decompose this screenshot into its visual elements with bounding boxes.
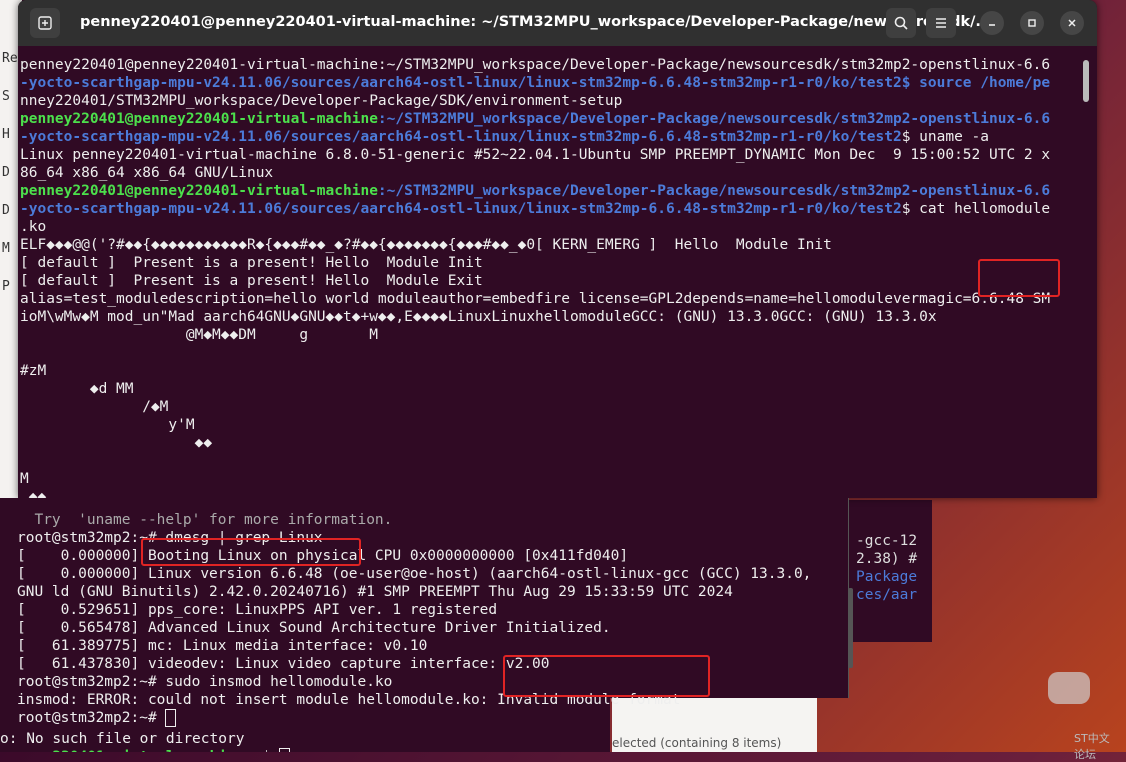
close-icon xyxy=(1068,19,1076,27)
forum-watermark: ST中文论坛 xyxy=(1046,670,1116,761)
scrollbar-thumb[interactable] xyxy=(848,588,853,668)
close-button[interactable] xyxy=(1060,11,1084,35)
terminal-line: Try 'uname --help' for more information. xyxy=(17,512,393,528)
terminal-line: @M◆M◆◆DM g M xyxy=(20,327,378,343)
left-strip-text: S xyxy=(2,89,10,104)
terminal-line: [ default ] Present is a present! Hello … xyxy=(20,255,483,271)
terminal-output: Try 'uname --help' for more information.… xyxy=(17,493,811,745)
maximize-icon xyxy=(1028,19,1036,27)
terminal-output: penney220401@penney220401-virtual-machin… xyxy=(20,38,1050,498)
prompt-path: :~/STM32MPU_workspace/Developer-Package/… xyxy=(377,111,1051,127)
new-tab-button[interactable] xyxy=(30,8,60,38)
board-terminal[interactable]: Try 'uname --help' for more information.… xyxy=(0,498,849,727)
terminal-line: -yocto-scarthgap-mpu-v24.11.06/sources/a… xyxy=(20,75,1051,91)
terminal-line: ces/aar xyxy=(856,587,918,603)
terminal-line: .ko xyxy=(20,219,47,235)
terminal-line: ◆d MM xyxy=(20,381,134,397)
terminal-line: [ 0.000000] Linux version 6.6.48 (oe-use… xyxy=(17,566,812,582)
minimize-icon xyxy=(989,24,995,26)
left-strip-text: D xyxy=(2,165,10,180)
terminal-line: /◆M xyxy=(20,399,169,415)
left-strip-text: D xyxy=(2,203,10,218)
terminal-line: [ 0.529651] pps_core: LinuxPPS API ver. … xyxy=(17,602,498,618)
watermark-text: ST中文论坛 xyxy=(1074,732,1110,761)
cursor xyxy=(279,748,291,752)
host-terminal-window[interactable]: penney220401@penney220401-virtual-machin… xyxy=(18,0,1097,498)
title-bar[interactable]: penney220401@penney220401-virtual-machin… xyxy=(18,0,1097,46)
terminal-line: [ default ] Present is a present! Hello … xyxy=(20,273,483,289)
left-strip-text: P xyxy=(2,279,10,294)
menu-button[interactable] xyxy=(926,8,956,38)
terminal-line: #zM xyxy=(20,363,47,379)
terminal-line: nney220401/STM32MPU_workspace/Developer-… xyxy=(20,93,623,109)
prompt-path: -yocto-scarthgap-mpu-v24.11.06/sources/a… xyxy=(20,201,902,217)
highlight-box-vermagic xyxy=(978,259,1060,297)
terminal-line: M xyxy=(20,471,29,487)
prompt-path: -yocto-scarthgap-mpu-v24.11.06/sources/a… xyxy=(20,129,902,145)
hamburger-icon xyxy=(936,18,946,28)
terminal-line: GNU ld (GNU Binutils) 2.42.0.20240716) #… xyxy=(17,584,733,600)
search-button[interactable] xyxy=(886,8,916,38)
new-tab-icon xyxy=(38,16,52,30)
terminal-line: penney220401@penney220401-virtual-machin… xyxy=(20,57,1051,73)
window-title: penney220401@penney220401-virtual-machin… xyxy=(80,14,992,30)
terminal-line: [ 61.437830] videodev: Linux video captu… xyxy=(17,656,550,672)
terminal-line: alias=test_moduledescription=hello world… xyxy=(20,291,1051,307)
left-strip-text: M xyxy=(2,241,10,256)
scrollbar-thumb[interactable] xyxy=(1083,60,1089,102)
prompt-path: :~/STM32MPU_workspace/Developer-Package/… xyxy=(377,183,1051,199)
terminal-line: ioM\wMw◆M mod_un"Mad aarch64GNU◆GNU◆◆t◆+… xyxy=(20,309,937,325)
search-icon xyxy=(894,16,908,30)
minimize-button[interactable] xyxy=(980,11,1004,35)
terminal-line: 86_64 x86_64 x86_64 GNU/Linux xyxy=(20,165,274,181)
terminal-line: root@stm32mp2:~# sudo insmod hellomodule… xyxy=(17,674,393,690)
terminal-line: -gcc-12 xyxy=(856,533,918,549)
command: $ uname -a xyxy=(901,129,990,145)
terminal-line: [ 0.565478] Advanced Linux Sound Archite… xyxy=(17,620,611,636)
terminal-line: [ 61.389775] mc: Linux media interface: … xyxy=(17,638,428,654)
left-strip-text: H xyxy=(2,127,10,142)
prompt-user: penney220401@penney220401-virtual-machin… xyxy=(20,111,378,127)
left-strip-text: Re xyxy=(2,51,18,66)
terminal-line: ◆◆ xyxy=(20,435,213,451)
terminal-line: 2.38) # xyxy=(856,551,918,567)
prompt-user: penney220401@penney220401-virtual-machin… xyxy=(20,183,378,199)
highlight-box-error xyxy=(503,655,710,697)
terminal-line: Linux penney220401-virtual-machine 6.8.0… xyxy=(20,147,1051,163)
terminal-prompt: root@stm32mp2:~# xyxy=(17,710,166,726)
cursor xyxy=(165,709,177,727)
maximize-button[interactable] xyxy=(1020,11,1044,35)
highlight-box-linux-version xyxy=(141,538,361,566)
command: $ cat hellomodule xyxy=(901,201,1051,217)
terminal-line: ELF◆◆◆@@('?#◆◆{◆◆◆◆◆◆◆◆◆◆◆R◆{◆◆◆#◆◆_◆?#◆… xyxy=(20,237,832,253)
chat-bubble-icon xyxy=(1048,672,1090,704)
terminal-line: Package xyxy=(856,569,918,585)
terminal-line: y'M xyxy=(20,417,195,433)
